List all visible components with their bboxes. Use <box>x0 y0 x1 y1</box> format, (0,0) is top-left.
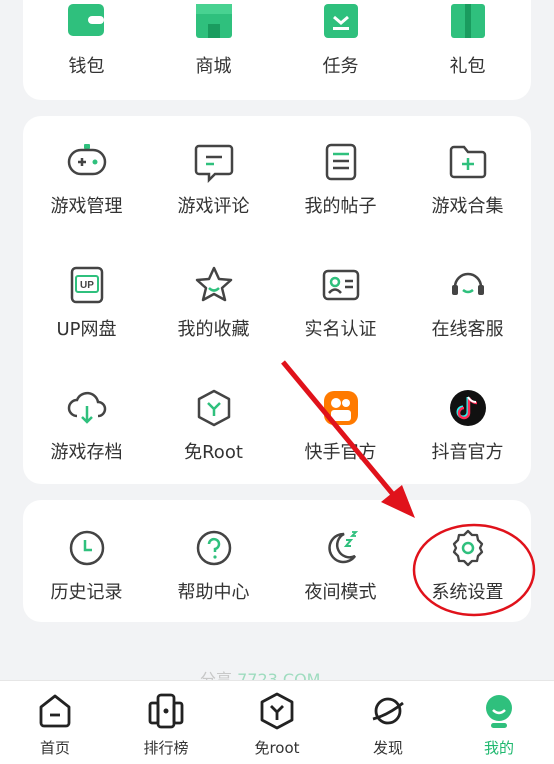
favorites-label: 我的收藏 <box>177 319 250 340</box>
system-settings-label: 系统设置 <box>431 582 504 603</box>
task-icon <box>323 4 358 38</box>
nav-profile[interactable]: 我的 <box>444 691 554 758</box>
cloud-download-icon <box>67 391 106 424</box>
clock-icon <box>69 530 104 566</box>
nav-discover-label: 发现 <box>372 739 403 757</box>
noroot-button[interactable]: 免Root <box>150 386 277 464</box>
star-icon <box>195 266 232 302</box>
planet-icon <box>372 697 404 725</box>
nav-noroot[interactable]: 免root <box>222 691 332 758</box>
wallet-label: 钱包 <box>68 56 105 77</box>
gamepad-icon <box>67 144 106 176</box>
game-manage-label: 游戏管理 <box>50 196 123 217</box>
wallet-button[interactable]: 钱包 <box>23 0 150 78</box>
game-save-label: 游戏存档 <box>50 442 123 463</box>
task-button[interactable]: 任务 <box>277 0 404 78</box>
wallet-icon <box>67 4 104 36</box>
posts-icon <box>325 143 356 181</box>
favorites-button[interactable]: 我的收藏 <box>150 263 277 341</box>
game-save-button[interactable]: 游戏存档 <box>23 386 150 464</box>
my-posts-button[interactable]: 我的帖子 <box>277 140 404 218</box>
help-center-label: 帮助中心 <box>177 582 250 603</box>
gift-icon <box>450 4 485 38</box>
real-name-label: 实名认证 <box>304 319 377 340</box>
game-collection-label: 游戏合集 <box>431 196 504 217</box>
gear-icon <box>452 529 483 567</box>
moon-icon <box>327 531 358 564</box>
home-icon <box>39 694 71 728</box>
douyin-button[interactable]: 抖音官方 <box>404 386 531 464</box>
customer-service-button[interactable]: 在线客服 <box>404 263 531 341</box>
help-center-button[interactable]: 帮助中心 <box>150 526 277 604</box>
nav-noroot-label: 免root <box>254 739 300 757</box>
system-settings-button[interactable]: 系统设置 <box>404 526 531 604</box>
noroot-label: 免Root <box>184 442 243 463</box>
kuaishou-label: 快手官方 <box>304 442 377 463</box>
game-collection-button[interactable]: 游戏合集 <box>404 140 531 218</box>
nav-ranking-label: 排行榜 <box>143 739 189 757</box>
shop-label: 商城 <box>195 56 232 77</box>
up-cloud-button[interactable]: UP UP网盘 <box>23 263 150 341</box>
douyin-icon <box>449 390 486 426</box>
up-cloud-label: UP网盘 <box>56 319 117 340</box>
nav-home[interactable]: 首页 <box>0 691 110 758</box>
kuaishou-button[interactable]: 快手官方 <box>277 386 404 464</box>
customer-service-label: 在线客服 <box>431 319 504 340</box>
headset-icon <box>451 272 484 295</box>
noroot-icon <box>260 692 294 730</box>
nav-ranking[interactable]: 排行榜 <box>111 691 221 758</box>
gift-label: 礼包 <box>449 56 486 77</box>
up-cloud-icon: UP <box>70 266 103 304</box>
gift-button[interactable]: 礼包 <box>404 0 531 78</box>
kuaishou-icon <box>323 391 358 425</box>
comment-icon <box>194 144 233 184</box>
shop-icon <box>195 4 232 38</box>
game-manage-button[interactable]: 游戏管理 <box>23 140 150 218</box>
help-icon <box>196 530 231 566</box>
profile-icon <box>486 695 512 728</box>
quick-actions-card: 钱包 商城 任务 礼包 <box>23 0 531 100</box>
services-card: 游戏管理 游戏评论 我的帖子 游戏合集 UP UP网盘 我的收藏 实名认证 在线… <box>23 116 531 484</box>
shop-button[interactable]: 商城 <box>150 0 277 78</box>
bottom-navigation: 首页 排行榜 免root 发现 我的 <box>0 680 554 764</box>
id-card-icon <box>322 269 359 301</box>
nav-profile-label: 我的 <box>483 739 514 757</box>
game-comment-label: 游戏评论 <box>177 196 250 217</box>
ranking-icon <box>148 693 184 729</box>
svg-text:UP: UP <box>80 280 94 291</box>
my-posts-label: 我的帖子 <box>304 196 377 217</box>
noroot-icon <box>197 389 230 427</box>
night-mode-label: 夜间模式 <box>304 582 377 603</box>
real-name-button[interactable]: 实名认证 <box>277 263 404 341</box>
night-mode-button[interactable]: 夜间模式 <box>277 526 404 604</box>
douyin-label: 抖音官方 <box>431 442 504 463</box>
history-label: 历史记录 <box>50 582 123 603</box>
nav-discover[interactable]: 发现 <box>333 691 443 758</box>
game-comment-button[interactable]: 游戏评论 <box>150 140 277 218</box>
task-label: 任务 <box>322 56 359 77</box>
settings-card: 历史记录 帮助中心 夜间模式 系统设置 <box>23 500 531 622</box>
nav-home-label: 首页 <box>39 739 70 757</box>
folder-add-icon <box>449 145 486 179</box>
history-button[interactable]: 历史记录 <box>23 526 150 604</box>
